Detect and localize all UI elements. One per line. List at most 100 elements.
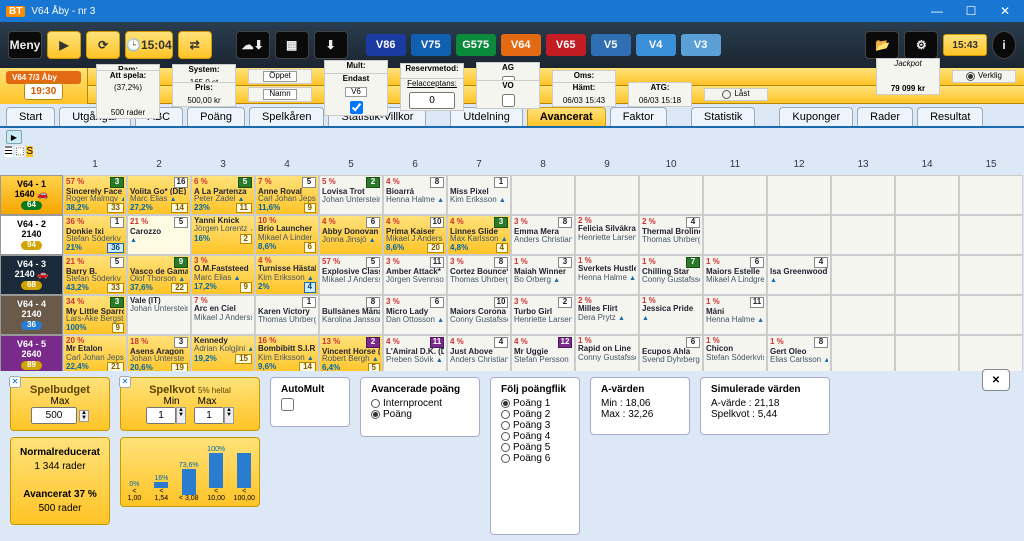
leg-header[interactable]: V64 - 11640 🚗64 <box>0 175 63 215</box>
horse-cell[interactable]: 2 %4 Thermal BrolineThomas Uhrberg ▲ <box>639 215 703 255</box>
horse-cell[interactable]: 1 %8 Gert OleoElias Carlsson ▲ <box>767 335 831 375</box>
horse-cell[interactable]: 9 Vasco de GamaOlof Thorson ▲ 37,6%22 <box>127 255 191 295</box>
tab-faktor[interactable]: Faktor <box>610 107 667 126</box>
horse-cell[interactable] <box>895 255 959 295</box>
chip-v64[interactable]: V64 <box>501 34 541 56</box>
horse-cell[interactable]: 1 % ChiconStefan Söderkvist ▲ <box>703 335 767 375</box>
horse-cell[interactable] <box>959 255 1023 295</box>
horse-cell[interactable]: 4 %8 BioarråHenna Halme ▲ <box>383 175 447 215</box>
horse-cell[interactable]: 1 %7 Chilling StarConny Gustafsson ▲ <box>639 255 703 295</box>
chip-v3[interactable]: V3 <box>681 34 721 56</box>
horse-cell[interactable]: 4 %12 Mr UggieStefan Persson ▲ <box>511 335 575 375</box>
chip-v4[interactable]: V4 <box>636 34 676 56</box>
vo-check[interactable] <box>502 94 515 107</box>
leg-header[interactable]: V64 - 22140 94 <box>0 215 63 255</box>
timer-button[interactable]: 🕒 15:04 <box>125 31 173 59</box>
chip-v75[interactable]: V75 <box>411 34 451 56</box>
horse-cell[interactable] <box>959 295 1023 335</box>
horse-cell[interactable]: 57 %3 Sincerely FaceRoger Malmqv ▲ 38,2%… <box>63 175 127 215</box>
tab-poang[interactable]: Poäng <box>187 107 245 126</box>
horse-cell[interactable]: 6 %5 A La PartenzaPeter Zadel ▲ 23%11 <box>191 175 255 215</box>
menu-button[interactable]: Meny <box>8 31 42 59</box>
horse-cell[interactable] <box>831 255 895 295</box>
horse-cell[interactable] <box>895 295 959 335</box>
horse-cell[interactable] <box>767 295 831 335</box>
horse-cell[interactable]: 34 %3 My Little SparrowLars-Åke Bergstr … <box>63 295 127 335</box>
close-icon[interactable]: ✕ <box>119 376 131 388</box>
horse-cell[interactable]: 6 Ecupos AhlaSvend Dyhrberg ▲ <box>639 335 703 375</box>
horse-cell[interactable]: 21 %5 Carozzo ▲ <box>127 215 191 255</box>
horse-cell[interactable] <box>575 175 639 215</box>
horse-cell[interactable]: 4 %11 L'Amiral D.K. (DK)Preben Sövik ▲ <box>383 335 447 375</box>
horse-cell[interactable]: 21 %5 Barry B.Stefan Söderkv ▲ 43,2%33 <box>63 255 127 295</box>
leg-header[interactable]: V64 - 52640 89 <box>0 335 63 375</box>
poang-radio[interactable]: Poäng 3 <box>501 420 569 431</box>
horse-cell[interactable]: 1 %3 Maiah WinnerBo Örberg ▲ <box>511 255 575 295</box>
tab-kuponger[interactable]: Kuponger <box>779 107 853 126</box>
poang-radio[interactable]: Poäng 1 <box>501 398 569 409</box>
tab-statistik[interactable]: Statistik <box>691 107 756 126</box>
kvot-max-input[interactable] <box>194 407 224 424</box>
horse-cell[interactable]: 13 %2 Vincent Horse (IRobert Bergh ▲ 6,4… <box>319 335 383 375</box>
calendar-button[interactable]: ▦ <box>275 31 309 59</box>
horse-cell[interactable]: 5 %2 Lovisa TrotJohan Untersteiner ▲ <box>319 175 383 215</box>
poang-radio[interactable]: Poäng 4 <box>501 431 569 442</box>
view-icon-1[interactable]: ☰ <box>4 146 13 157</box>
settings-button[interactable]: ⚙ <box>904 31 938 59</box>
chip-v65[interactable]: V65 <box>546 34 586 56</box>
horse-cell[interactable]: 16 Volita Go* (DE)Marc Elias ▲ 27,2%14 <box>127 175 191 215</box>
horse-cell[interactable] <box>511 175 575 215</box>
poang-radio[interactable]: Poäng 5 <box>501 442 569 453</box>
horse-cell[interactable]: 3 %8 Cortez Bounce*Thomas Uhrberg ▲ <box>447 255 511 295</box>
horse-cell[interactable] <box>767 175 831 215</box>
tab-resultat[interactable]: Resultat <box>917 107 983 126</box>
poang-radio[interactable]: Poäng 6 <box>501 453 569 464</box>
horse-cell[interactable]: 2 % Felicia SilvåkraHenriette Larsen ▲ <box>575 215 639 255</box>
chip-v86[interactable]: V86 <box>366 34 406 56</box>
horse-cell[interactable]: 7 % Arc en CielMikael J Andersson ▲ <box>191 295 255 335</box>
tab-spelkaren[interactable]: Spelkåren <box>249 107 325 126</box>
chip-g75[interactable]: G575 <box>456 34 496 56</box>
cloud-button[interactable]: ☁⬇ <box>236 31 270 59</box>
horse-cell[interactable]: 3 %8 Emma MeraAnders Christians ▲ <box>511 215 575 255</box>
horse-cell[interactable]: Yanni KnickJörgen Lorentz ▲ 16%2 <box>191 215 255 255</box>
namn-input[interactable]: Namn <box>263 89 296 99</box>
horse-cell[interactable]: 4 %6 Abby DonovanJonna Jinsjö ▲ <box>319 215 383 255</box>
horse-cell[interactable]: 1 %11 MåniHenna Halme ▲ <box>703 295 767 335</box>
refresh-button[interactable]: ⟳ <box>86 31 120 59</box>
horse-cell[interactable] <box>959 175 1023 215</box>
leg-header[interactable]: V64 - 32140 🚗68 <box>0 255 63 295</box>
chip-v5[interactable]: V5 <box>591 34 631 56</box>
play-button[interactable]: ▶ <box>47 31 81 59</box>
horse-cell[interactable]: 4 %10 Prima KaiserMikael J Anders ▲ 8,6%… <box>383 215 447 255</box>
horse-cell[interactable]: 10 Maiors CoronaConny Gustafsson ▲ <box>447 295 511 335</box>
horse-cell[interactable] <box>831 335 895 375</box>
download-button[interactable]: ⬇ <box>314 31 348 59</box>
budget-input[interactable] <box>31 407 77 424</box>
horse-cell[interactable]: 4 % Turnisse HästakKim Eriksson ▲ 2%4 <box>255 255 319 295</box>
horse-cell[interactable]: 4 Isa Greenwood ▲ <box>767 255 831 295</box>
horse-cell[interactable]: 4 %3 Linnes GlideMax Karlsson ▲ 4,8%4 <box>447 215 511 255</box>
horse-cell[interactable]: 1 % Jessica Pride ▲ <box>639 295 703 335</box>
v6-check[interactable] <box>350 101 363 114</box>
folder-button[interactable]: 📂 <box>865 31 899 59</box>
view-icon-3[interactable]: S <box>26 146 33 157</box>
tab-rader[interactable]: Rader <box>857 107 913 126</box>
horse-cell[interactable]: 16 % Bombibitt S.I.R.Kim Eriksson ▲ 9,6%… <box>255 335 319 375</box>
horse-cell[interactable] <box>895 335 959 375</box>
horse-cell[interactable] <box>959 215 1023 255</box>
fel-input[interactable] <box>409 92 455 109</box>
horse-cell[interactable]: 1 % Rapid on LineConny Gustafsson ▲ <box>575 335 639 375</box>
horse-cell[interactable] <box>639 175 703 215</box>
horse-cell[interactable]: 36 %1 Donkie IxiStefan Söderkv ▲ 21%36 <box>63 215 127 255</box>
horse-cell[interactable]: 7 %5 Anne RovalCarl Johan Jeps ▲ 11,6%9 <box>255 175 319 215</box>
horse-cell[interactable] <box>767 215 831 255</box>
horse-cell[interactable]: 3 %2 Turbo GirlHenriette Larsen ▲ <box>511 295 575 335</box>
kvot-min-input[interactable] <box>146 407 176 424</box>
horse-cell[interactable]: 3 %6 Micro LadyDan Ottosson ▲ <box>383 295 447 335</box>
close-bottom-button[interactable]: ✕ <box>982 369 1010 391</box>
horse-cell[interactable]: 10 % Brio LauncherMikael A Linder ▲ 8,6%… <box>255 215 319 255</box>
close-button[interactable]: ✕ <box>992 4 1018 18</box>
horse-cell[interactable]: 3 %11 Amber Attack*Jörgen Svennson ▲ <box>383 255 447 295</box>
horse-cell[interactable]: KennedyAdrian Kolgjini ▲ 19,2%15 <box>191 335 255 375</box>
